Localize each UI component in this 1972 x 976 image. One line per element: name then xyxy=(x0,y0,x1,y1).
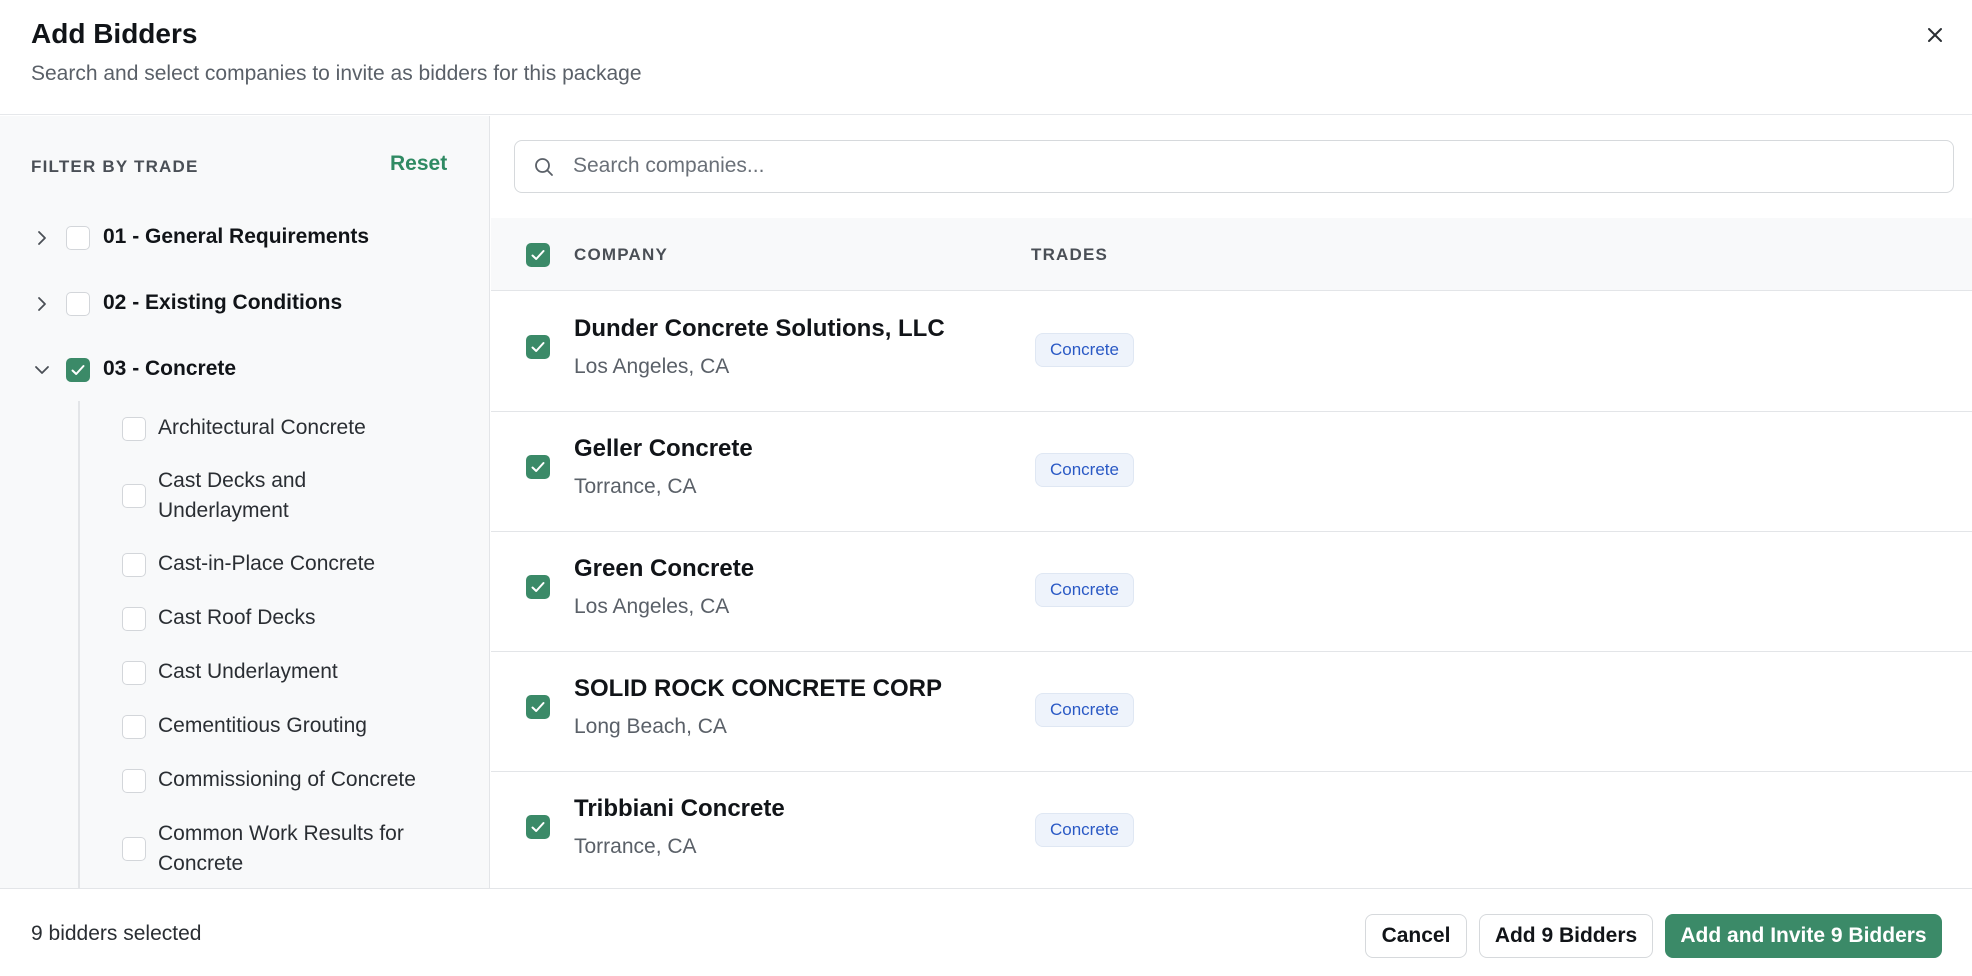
subtrade-label: Cast Roof Decks xyxy=(158,606,316,629)
trade-label: 02 - Existing Conditions xyxy=(103,291,343,314)
table-row[interactable]: Dunder Concrete Solutions, LLC Los Angel… xyxy=(491,292,1972,412)
trade-badge: Concrete xyxy=(1035,333,1134,367)
trade-badge: Concrete xyxy=(1035,693,1134,727)
subtrade-label: Common Work Results for Concrete xyxy=(158,822,404,875)
search-input[interactable] xyxy=(573,141,1933,191)
modal-title: Add Bidders xyxy=(31,18,198,49)
subtrade-label: Cementitious Grouting xyxy=(158,714,367,737)
row-checkbox[interactable] xyxy=(526,455,550,479)
table-row[interactable]: SOLID ROCK CONCRETE CORP Long Beach, CA … xyxy=(491,652,1972,772)
company-location: Los Angeles, CA xyxy=(574,595,730,618)
search-icon xyxy=(533,156,555,178)
select-all-checkbox[interactable] xyxy=(526,243,550,267)
trade-item-concrete[interactable]: 03 - Concrete xyxy=(0,345,489,395)
selected-count: 9 bidders selected xyxy=(31,922,202,945)
company-name: Tribbiani Concrete xyxy=(574,795,785,822)
trade-checkbox[interactable] xyxy=(66,292,90,316)
trade-checkbox[interactable] xyxy=(66,358,90,382)
subtrade-checkbox[interactable] xyxy=(122,484,146,508)
check-icon xyxy=(71,365,85,375)
row-checkbox[interactable] xyxy=(526,575,550,599)
chevron-right-icon[interactable] xyxy=(32,228,52,248)
subtrade-item[interactable]: Cast Roof Decks xyxy=(80,593,480,643)
search-box[interactable] xyxy=(514,140,1954,193)
check-icon xyxy=(531,582,545,592)
company-name: Geller Concrete xyxy=(574,435,753,462)
subtrade-item[interactable]: Commissioning of Concrete xyxy=(80,755,480,805)
subtrade-checkbox[interactable] xyxy=(122,607,146,631)
subtrade-label: Cast Underlayment xyxy=(158,660,338,683)
trade-badge: Concrete xyxy=(1035,453,1134,487)
column-header-company[interactable]: COMPANY xyxy=(574,245,668,265)
company-location: Torrance, CA xyxy=(574,475,697,498)
trade-badge: Concrete xyxy=(1035,813,1134,847)
subtrade-item[interactable]: Cast Underlayment xyxy=(80,647,480,697)
company-name: Dunder Concrete Solutions, LLC xyxy=(574,315,945,342)
subtrade-checkbox[interactable] xyxy=(122,661,146,685)
filter-title: FILTER BY TRADE xyxy=(31,157,199,176)
close-icon[interactable] xyxy=(1920,20,1950,50)
subtrade-checkbox[interactable] xyxy=(122,553,146,577)
table-row[interactable]: Green Concrete Los Angeles, CA Concrete xyxy=(491,532,1972,652)
add-bidders-button[interactable]: Add 9 Bidders xyxy=(1479,914,1653,958)
subtrade-checkbox[interactable] xyxy=(122,715,146,739)
modal-footer: 9 bidders selected Cancel Add 9 Bidders … xyxy=(0,888,1972,976)
chevron-down-icon[interactable] xyxy=(32,360,52,380)
company-results-panel: COMPANY TRADES Dunder Concrete Solutions… xyxy=(491,116,1972,888)
trade-label: 01 - General Requirements xyxy=(103,225,370,248)
subtrade-label: Cast-in-Place Concrete xyxy=(158,552,376,575)
trade-item-general-requirements[interactable]: 01 - General Requirements xyxy=(0,213,489,263)
company-location: Torrance, CA xyxy=(574,835,697,858)
subtrade-checkbox[interactable] xyxy=(122,769,146,793)
trade-item-existing-conditions[interactable]: 02 - Existing Conditions xyxy=(0,279,489,329)
company-location: Los Angeles, CA xyxy=(574,355,730,378)
column-header-trades[interactable]: TRADES xyxy=(1031,245,1108,265)
subtrade-item[interactable]: Cementitious Grouting xyxy=(80,701,480,751)
row-checkbox[interactable] xyxy=(526,815,550,839)
company-name: Green Concrete xyxy=(574,555,755,582)
cancel-button[interactable]: Cancel xyxy=(1365,914,1467,958)
check-icon xyxy=(531,822,545,832)
check-icon xyxy=(531,702,545,712)
subtrade-checkbox[interactable] xyxy=(122,837,146,861)
subtrade-label: Cast Decks and Underlayment xyxy=(158,469,307,522)
table-row[interactable]: Tribbiani Concrete Torrance, CA Concrete xyxy=(491,772,1972,888)
company-location: Long Beach, CA xyxy=(574,715,727,738)
chevron-right-icon[interactable] xyxy=(32,294,52,314)
modal-header: Add Bidders Search and select companies … xyxy=(0,0,1972,115)
row-checkbox[interactable] xyxy=(526,335,550,359)
subtrade-label: Commissioning of Concrete xyxy=(158,768,416,791)
trade-filter-sidebar: FILTER BY TRADE Reset 01 - General Requi… xyxy=(0,116,490,888)
check-icon xyxy=(531,462,545,472)
subtrade-item[interactable]: Architectural Concrete xyxy=(80,403,480,453)
add-and-invite-button[interactable]: Add and Invite 9 Bidders xyxy=(1665,914,1942,958)
subtrade-label: Architectural Concrete xyxy=(158,416,366,439)
modal-subtitle: Search and select companies to invite as… xyxy=(31,62,642,85)
reset-button[interactable]: Reset xyxy=(390,152,447,176)
subtrade-item[interactable]: Cast Decks and Underlayment xyxy=(80,463,480,529)
row-checkbox[interactable] xyxy=(526,695,550,719)
check-icon xyxy=(531,342,545,352)
table-header: COMPANY TRADES xyxy=(491,218,1972,291)
subtrade-checkbox[interactable] xyxy=(122,417,146,441)
trade-label: 03 - Concrete xyxy=(103,357,237,380)
trade-badge: Concrete xyxy=(1035,573,1134,607)
subtrade-item[interactable]: Cast-in-Place Concrete xyxy=(80,539,480,589)
table-row[interactable]: Geller Concrete Torrance, CA Concrete xyxy=(491,412,1972,532)
company-name: SOLID ROCK CONCRETE CORP xyxy=(574,675,943,702)
check-icon xyxy=(531,250,545,260)
subtrade-item[interactable]: Common Work Results for Concrete xyxy=(80,816,480,882)
trade-checkbox[interactable] xyxy=(66,226,90,250)
